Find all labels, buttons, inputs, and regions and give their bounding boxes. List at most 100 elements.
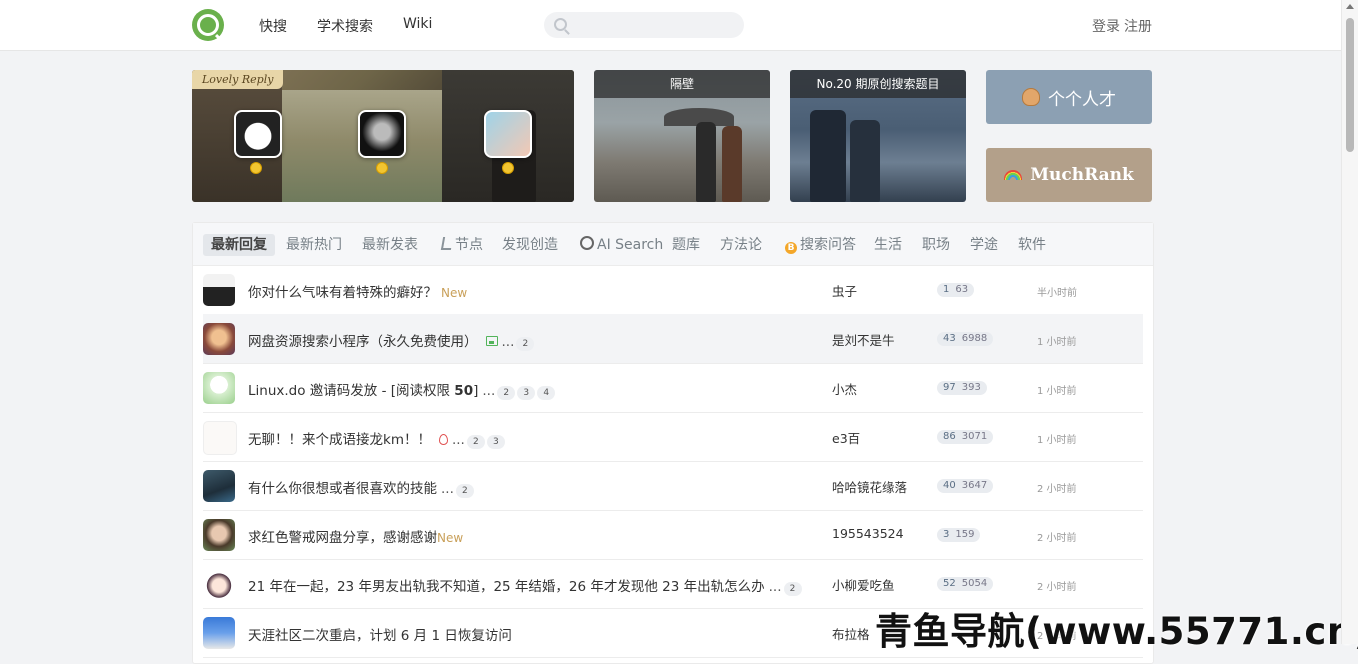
topic-author[interactable]: 小杰	[832, 379, 857, 398]
avatar[interactable]	[203, 519, 235, 551]
topic-title-text: 无聊！！来个成语接龙km！！	[248, 432, 431, 448]
scrollbar-thumb[interactable]	[1346, 18, 1354, 152]
nav-link-academic-search[interactable]: 学术搜索	[317, 16, 373, 36]
tab-latest-replies[interactable]: 最新回复	[203, 234, 275, 256]
pagination-ellipsis: ...	[501, 334, 515, 350]
neighbor-banner[interactable]: 隔壁	[594, 70, 770, 202]
topic-title[interactable]: Linux.do 邀请码发放 - [阅读权限 50]... 2 3 4	[248, 379, 556, 400]
page-badge[interactable]: 2	[466, 435, 485, 449]
topic-time: 1 小时前	[1037, 435, 1077, 446]
scrollbar[interactable]	[1341, 0, 1358, 644]
topic-title-tail: ]	[473, 383, 479, 399]
avatar[interactable]	[203, 568, 235, 600]
tab-latest-hot[interactable]: 最新热门	[286, 234, 342, 256]
page-badge[interactable]: 3	[517, 386, 536, 400]
tab-ai-search[interactable]: AI Search	[580, 234, 663, 256]
lovely-reply-banner[interactable]: Lovely Reply	[192, 70, 574, 202]
tab-question-bank[interactable]: 题库	[672, 234, 700, 256]
page-badge[interactable]: 2	[783, 582, 802, 596]
topic-title[interactable]: 天涯社区二次重启，计划 6 月 1 日恢复访问	[248, 624, 512, 644]
site-logo[interactable]	[192, 9, 224, 41]
search-icon	[554, 18, 567, 31]
search-input[interactable]	[544, 12, 744, 38]
avatar[interactable]	[203, 372, 235, 404]
topic-author[interactable]: 195543524	[832, 526, 904, 541]
topic-author[interactable]: e3百	[832, 428, 860, 447]
muchrank-button[interactable]: MuchRank	[986, 148, 1152, 202]
topic-title-text: Linux.do 邀请码发放 - [阅读权限	[248, 383, 455, 399]
table-row[interactable]: 求红色警戒网盘分享，感谢感谢New 195543524 3 159 2 小时前	[203, 510, 1143, 560]
reply-count: 52	[943, 578, 956, 589]
table-row[interactable]: 无聊！！来个成语接龙km！！... 2 3 e3百 86 3071 1 小时前	[203, 412, 1143, 462]
table-row[interactable]: Linux.do 邀请码发放 - [阅读权限 50]... 2 3 4 小杰 97 39…	[203, 363, 1143, 413]
reply-count: 97	[943, 382, 956, 393]
reply-count: 40	[943, 480, 956, 491]
topic-stats: 3 159	[937, 528, 981, 542]
topic-author[interactable]: 是刘不是牛	[832, 330, 895, 349]
avatar[interactable]	[203, 421, 237, 455]
page-badge[interactable]: 2	[516, 337, 535, 351]
topic-stats: 97 393	[937, 381, 987, 395]
topic-author[interactable]: 布拉格	[832, 624, 870, 643]
register-link[interactable]: 注册	[1124, 19, 1152, 35]
page-badge[interactable]: 2	[455, 484, 474, 498]
topic-author[interactable]: 小柳爱吃鱼	[832, 575, 895, 594]
new-badge: New	[437, 531, 464, 545]
page-badge[interactable]: 3	[486, 435, 505, 449]
topic-title-bold: 50	[454, 383, 474, 399]
tab-discover[interactable]: 发现创造	[502, 234, 558, 256]
table-row[interactable]: 网盘资源搜索小程序（永久免费使用）... 2 是刘不是牛 43 6988 1 小时前	[203, 314, 1143, 364]
pagination-ellipsis: ...	[482, 383, 496, 399]
table-row[interactable]: 有什么你很想或者很喜欢的技能... 2 哈哈镜花缘落 40 3647 2 小时前	[203, 461, 1143, 511]
contest-banner[interactable]: No.20 期原创搜索题目	[790, 70, 966, 202]
topic-author[interactable]: 虫子	[832, 281, 857, 300]
talent-label: 个个人才	[1048, 89, 1116, 110]
scroll-up-arrow-icon[interactable]	[1346, 4, 1354, 9]
tab-methodology[interactable]: 方法论	[720, 234, 762, 256]
topic-title[interactable]: 网盘资源搜索小程序（永久免费使用）... 2	[248, 330, 535, 351]
tab-latest-posts[interactable]: 最新发表	[362, 234, 418, 256]
tab-search-qa-label: 搜索问答	[800, 237, 856, 253]
topic-title-text: 21 年在一起，23 年男友出轨我不知道，25 年结婚，26 年才发现他 23 …	[248, 579, 765, 595]
avatar[interactable]	[203, 470, 235, 502]
page-badge[interactable]: 2	[497, 386, 516, 400]
topic-title-text: 有什么你很想或者很喜欢的技能	[248, 481, 437, 497]
topic-title[interactable]: 无聊！！来个成语接龙km！！... 2 3	[248, 428, 505, 449]
topic-time: 1 小时前	[1037, 337, 1077, 348]
nav-link-wiki[interactable]: Wiki	[403, 16, 432, 32]
avatar[interactable]	[203, 323, 235, 355]
winner-avatar-panda[interactable]	[234, 110, 282, 158]
topic-title[interactable]: 21 年在一起，23 年男友出轨我不知道，25 年结婚，26 年才发现他 23 …	[248, 575, 802, 596]
avatar[interactable]	[203, 617, 235, 649]
winner-avatar-portrait[interactable]	[358, 110, 406, 158]
avatar[interactable]	[203, 274, 235, 306]
tab-search-qa[interactable]: B 搜索问答	[785, 234, 856, 256]
tab-life[interactable]: 生活	[874, 234, 902, 256]
login-link[interactable]: 登录	[1092, 19, 1120, 35]
page-badge[interactable]: 4	[537, 386, 556, 400]
winner-avatar-anime[interactable]	[484, 110, 532, 158]
nav-link-quick-search[interactable]: 快搜	[259, 16, 287, 36]
tab-career[interactable]: 职场	[922, 234, 950, 256]
neighbor-label: 隔壁	[594, 70, 770, 98]
view-count: 6988	[961, 333, 988, 344]
topic-time: 半小时前	[1037, 288, 1077, 299]
clap-icon	[1022, 88, 1040, 106]
reply-count: 1	[943, 284, 950, 295]
medal-icon	[250, 162, 262, 174]
topic-title[interactable]: 你对什么气味有着特殊的癖好？ New	[248, 281, 467, 301]
tab-nodes-label: 节点	[455, 237, 483, 253]
tab-nodes[interactable]: 节点	[440, 234, 483, 256]
tab-study[interactable]: 学途	[970, 234, 998, 256]
topic-title[interactable]: 有什么你很想或者很喜欢的技能... 2	[248, 477, 474, 498]
contest-label: No.20 期原创搜索题目	[790, 70, 966, 98]
table-row[interactable]: 你对什么气味有着特殊的癖好？ New 虫子 1 63 半小时前	[203, 265, 1143, 315]
topic-author[interactable]: 哈哈镜花缘落	[832, 477, 907, 496]
logo-icon	[197, 14, 219, 36]
reply-count: 43	[943, 333, 956, 344]
talent-button[interactable]: 个个人才	[986, 70, 1152, 124]
lovely-reply-tag: Lovely Reply	[192, 70, 284, 89]
topic-title[interactable]: 求红色警戒网盘分享，感谢感谢New	[248, 526, 463, 546]
view-count: 3071	[961, 431, 988, 442]
tab-software[interactable]: 软件	[1018, 234, 1046, 256]
